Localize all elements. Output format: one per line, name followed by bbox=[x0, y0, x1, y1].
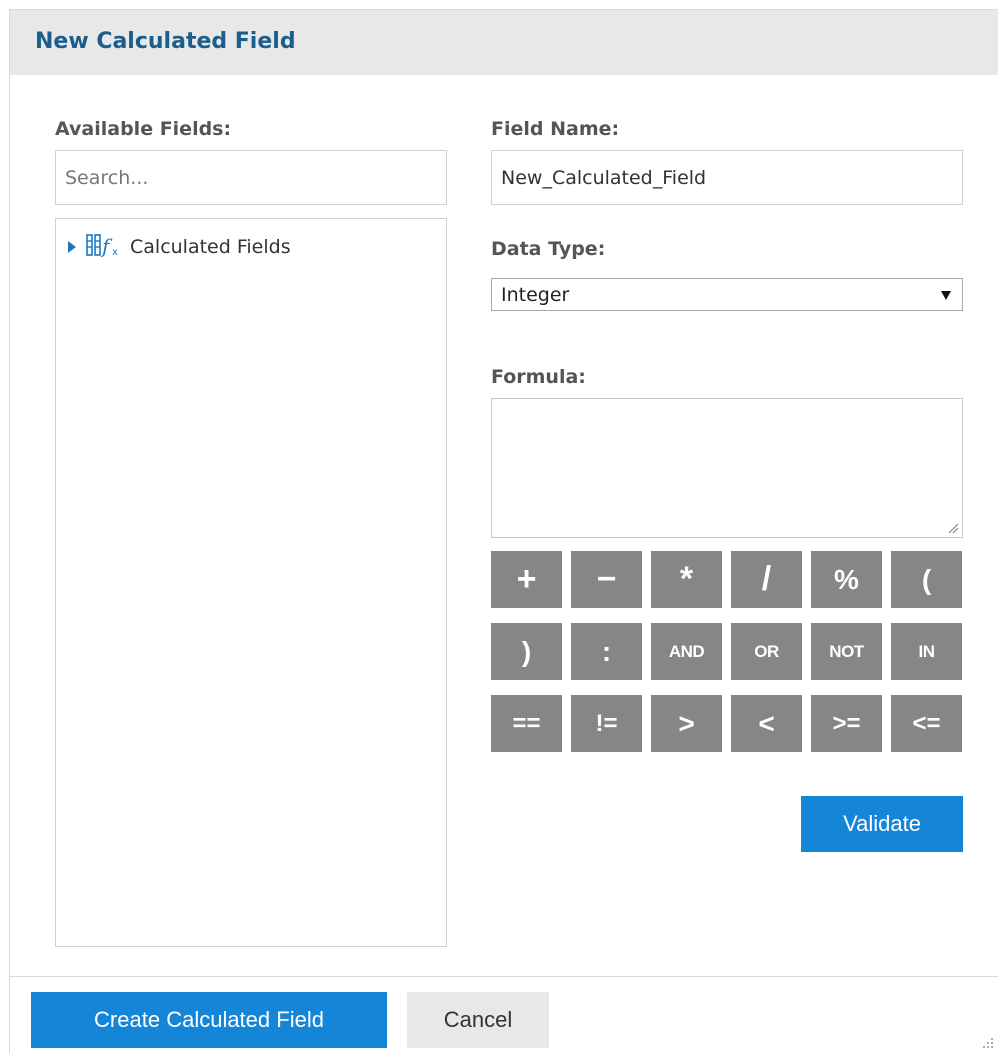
data-type-select[interactable]: Integer bbox=[491, 278, 963, 311]
op-minus-button[interactable]: − bbox=[571, 551, 642, 608]
tree-node-calculated-fields[interactable]: f x Calculated Fields bbox=[68, 233, 291, 261]
create-calculated-field-button[interactable]: Create Calculated Field bbox=[31, 992, 387, 1048]
op-colon-button[interactable]: : bbox=[571, 623, 642, 680]
footer-divider bbox=[10, 976, 998, 977]
op-equals-button[interactable]: == bbox=[491, 695, 562, 752]
op-open-paren-button[interactable]: ( bbox=[891, 551, 962, 608]
op-or-button[interactable]: OR bbox=[731, 623, 802, 680]
resize-grip-icon[interactable] bbox=[947, 522, 959, 534]
formula-label: Formula: bbox=[491, 366, 586, 388]
tree-node-label: Calculated Fields bbox=[130, 236, 291, 258]
new-calculated-field-dialog: New Calculated Field Available Fields: S… bbox=[9, 9, 998, 1053]
dialog-resize-grip-icon[interactable] bbox=[980, 1035, 994, 1049]
data-type-value: Integer bbox=[501, 283, 570, 306]
op-modulo-button[interactable]: % bbox=[811, 551, 882, 608]
op-greater-than-button[interactable]: > bbox=[651, 695, 722, 752]
expand-arrow-icon[interactable] bbox=[68, 241, 76, 253]
op-less-equal-button[interactable]: <= bbox=[891, 695, 962, 752]
op-divide-button[interactable]: / bbox=[731, 551, 802, 608]
op-not-button[interactable]: NOT bbox=[811, 623, 882, 680]
data-type-label: Data Type: bbox=[491, 238, 606, 260]
dropdown-arrow-icon bbox=[941, 291, 951, 300]
op-less-than-button[interactable]: < bbox=[731, 695, 802, 752]
available-fields-label: Available Fields: bbox=[55, 118, 232, 140]
available-fields-tree: f x Calculated Fields bbox=[55, 218, 447, 947]
op-close-paren-button[interactable]: ) bbox=[491, 623, 562, 680]
op-multiply-button[interactable]: * bbox=[651, 551, 722, 608]
field-name-label: Field Name: bbox=[491, 118, 620, 140]
dialog-titlebar[interactable]: New Calculated Field bbox=[10, 10, 998, 75]
search-input[interactable]: Search... bbox=[55, 150, 447, 205]
cancel-button[interactable]: Cancel bbox=[407, 992, 549, 1048]
op-and-button[interactable]: AND bbox=[651, 623, 722, 680]
dialog-title: New Calculated Field bbox=[35, 29, 296, 54]
svg-text:x: x bbox=[112, 247, 118, 257]
op-plus-button[interactable]: + bbox=[491, 551, 562, 608]
calculated-fields-icon: f x bbox=[86, 233, 122, 261]
formula-textarea[interactable] bbox=[491, 398, 963, 538]
field-name-input[interactable]: New_Calculated_Field bbox=[491, 150, 963, 205]
op-greater-equal-button[interactable]: >= bbox=[811, 695, 882, 752]
validate-button[interactable]: Validate bbox=[801, 796, 963, 852]
op-in-button[interactable]: IN bbox=[891, 623, 962, 680]
op-not-equals-button[interactable]: != bbox=[571, 695, 642, 752]
